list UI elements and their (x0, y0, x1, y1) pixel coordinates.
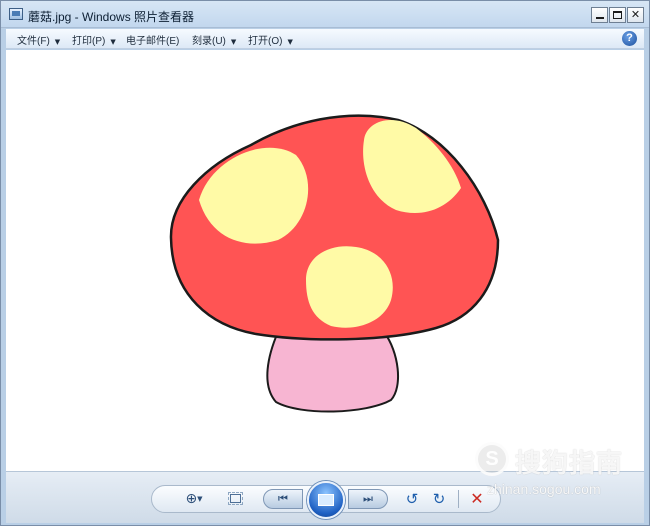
menu-file-label: 文件(F) (17, 36, 50, 47)
chevron-down-icon: ▼ (110, 38, 116, 46)
toolbar-divider (458, 490, 459, 508)
rotate-left-icon: ↺ (405, 490, 419, 508)
menu-burn-label: 刻录(U) (192, 36, 226, 47)
slideshow-button[interactable] (307, 481, 345, 519)
photo-viewer-app-icon (9, 8, 23, 20)
mushroom-spot-bottom (306, 246, 393, 328)
menu-bar: 文件(F) ▼ 打印(P) ▼ 电子邮件(E) 刻录(U) ▼ 打开(O) ▼ ? (6, 29, 644, 49)
close-icon: ✕ (630, 8, 641, 21)
window-title: 蘑菇.jpg - Windows 照片查看器 (28, 10, 195, 24)
menu-burn[interactable]: 刻录(U) ▼ (192, 32, 236, 47)
menu-file[interactable]: 文件(F) ▼ (17, 32, 60, 47)
maximize-icon (613, 11, 622, 19)
menu-email-label: 电子邮件(E) (126, 36, 180, 47)
photo-viewer-window: 蘑菇.jpg - Windows 照片查看器 ✕ 文件(F) ▼ 打印(P) ▼ 电… (0, 0, 650, 526)
menu-print[interactable]: 打印(P) ▼ (72, 32, 116, 47)
zoom-icon: ⊕ (185, 491, 198, 507)
sogou-logo-icon: S (475, 442, 509, 476)
chevron-down-icon: ▼ (54, 38, 61, 46)
watermark: S 搜狗指南 zhinan.sogou.com (473, 437, 643, 503)
menu-email[interactable]: 电子邮件(E) (126, 32, 179, 47)
slideshow-icon (318, 494, 334, 506)
actual-size-button[interactable] (224, 488, 246, 510)
next-button[interactable]: ⏭ (348, 489, 388, 509)
menu-open[interactable]: 打开(O) ▼ (248, 32, 293, 47)
mushroom-image (169, 114, 500, 413)
rotate-counterclockwise-button[interactable]: ↺ (401, 488, 423, 510)
help-icon[interactable]: ? (622, 31, 637, 46)
rotate-clockwise-button[interactable]: ↻ (428, 488, 450, 510)
previous-button[interactable]: ⏮ (263, 489, 303, 509)
close-button[interactable]: ✕ (627, 7, 644, 23)
menu-open-label: 打开(O) (248, 36, 283, 47)
rotate-right-icon: ↻ (432, 490, 446, 508)
chevron-down-icon: ▼ (287, 38, 293, 46)
minimize-button[interactable] (591, 7, 608, 23)
minimize-icon (595, 17, 604, 19)
fit-window-icon (227, 492, 243, 505)
zoom-button[interactable]: ⊕▼ (179, 488, 209, 510)
watermark-url: zhinan.sogou.com (487, 481, 601, 497)
next-icon: ⏭ (363, 492, 373, 505)
chevron-down-icon: ▼ (230, 38, 237, 46)
title-bar[interactable]: 蘑菇.jpg - Windows 照片查看器 ✕ (1, 1, 649, 28)
chevron-down-icon: ▼ (197, 495, 203, 503)
maximize-button[interactable] (609, 7, 626, 23)
watermark-brand: 搜狗指南 (515, 448, 624, 478)
image-viewport[interactable] (6, 50, 644, 471)
menu-print-label: 打印(P) (72, 36, 106, 47)
mushroom-stem (266, 331, 399, 413)
previous-icon: ⏮ (278, 492, 288, 505)
